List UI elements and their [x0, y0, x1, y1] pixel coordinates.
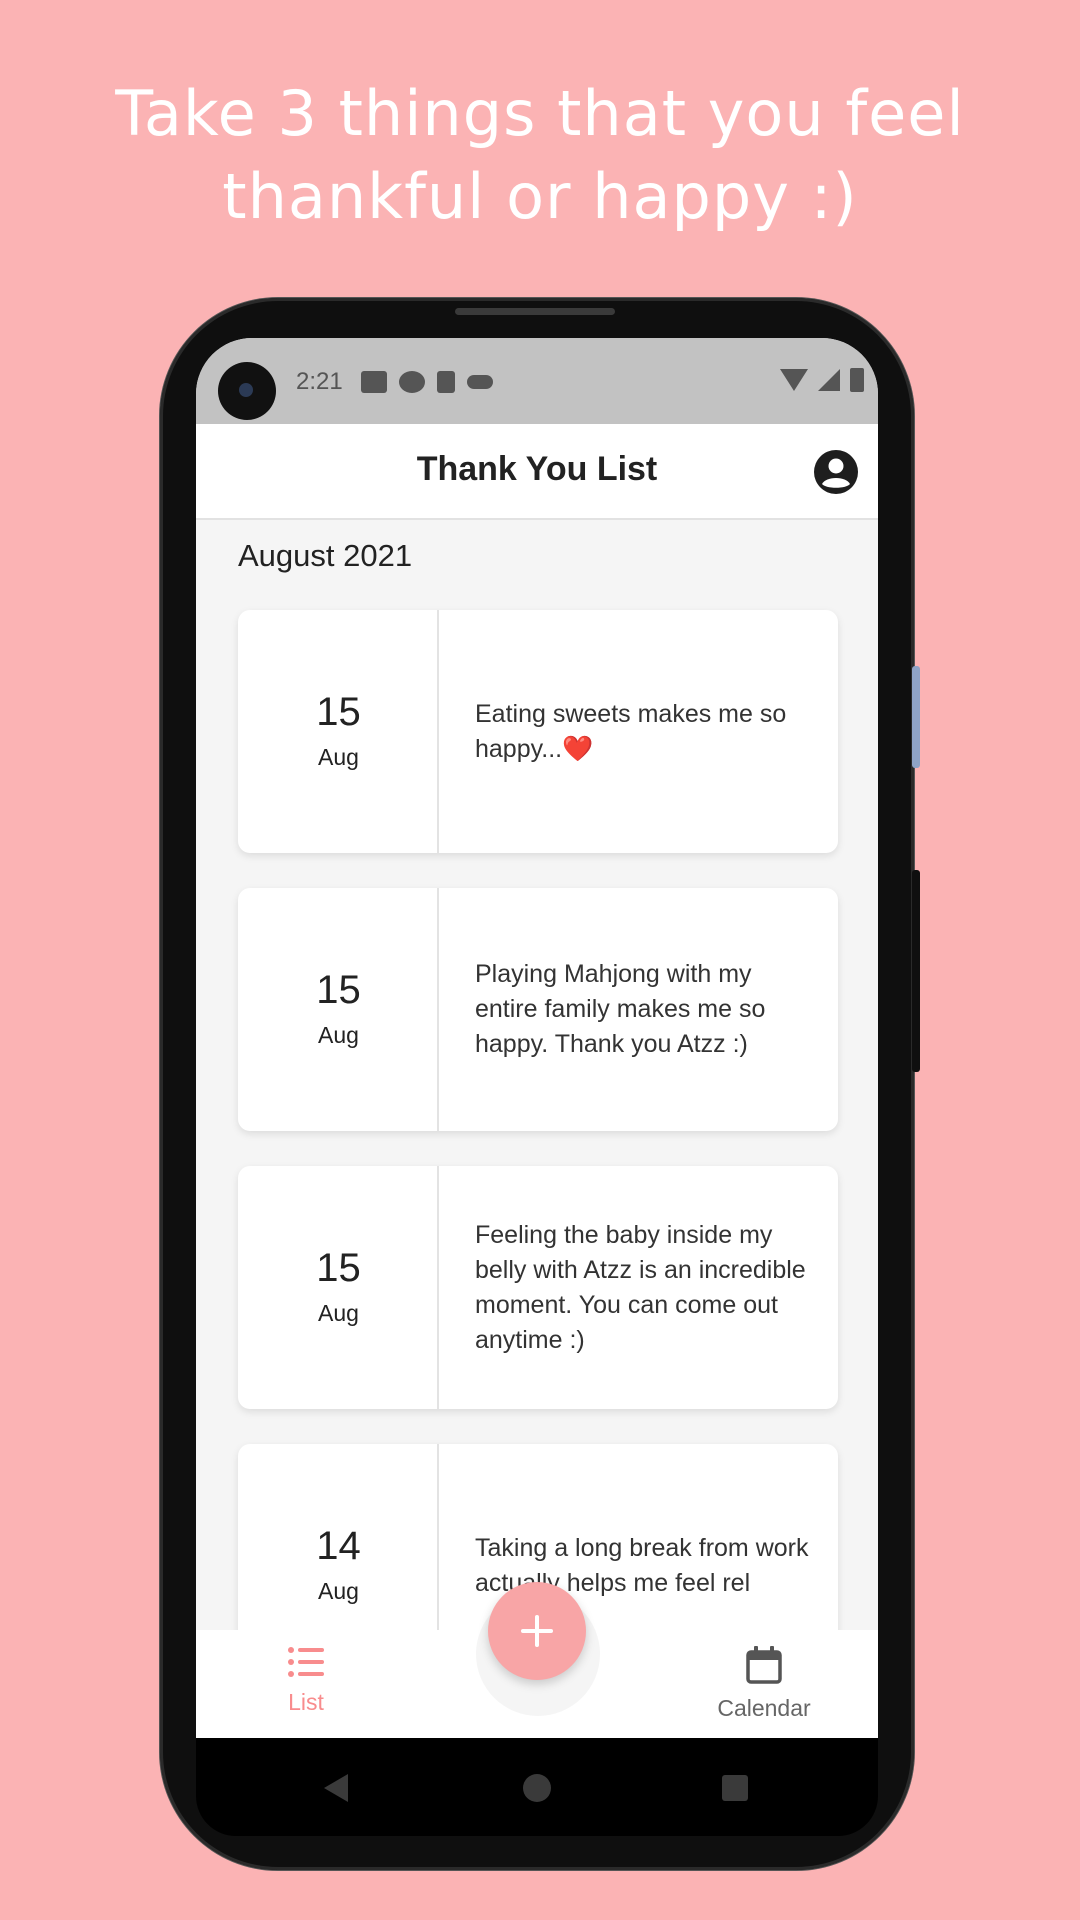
entry-date: 15 Aug [238, 888, 439, 1131]
month-header: August 2021 [238, 538, 413, 573]
entry-text: Eating sweets makes me so happy...❤️ [475, 699, 787, 763]
entry-month: Aug [318, 1300, 359, 1326]
recent-apps-icon[interactable] [722, 1775, 748, 1801]
entry-text: Feeling the baby inside my belly with At… [475, 1220, 806, 1354]
app-notification-icon [399, 371, 425, 393]
entry-day: 15 [316, 1246, 361, 1290]
profile-icon[interactable] [812, 448, 860, 496]
nav-tab-calendar[interactable]: Calendar [684, 1646, 844, 1722]
list-icon [288, 1647, 324, 1677]
app-screen: 2:21 Thank You List August 2021 15 Aug E… [196, 338, 878, 1738]
calendar-icon [746, 1646, 782, 1684]
nav-tab-list[interactable]: List [226, 1646, 386, 1716]
entry-day: 15 [316, 690, 361, 734]
signal-icon [818, 369, 840, 391]
entry-day: 14 [316, 1524, 361, 1568]
status-time: 2:21 [296, 368, 343, 395]
nav-calendar-label: Calendar [717, 1695, 811, 1721]
entry-month: Aug [318, 1022, 359, 1048]
page-title: Thank You List [416, 450, 658, 488]
promo-headline-line2: thankful or happy :) [222, 160, 858, 233]
entry-card[interactable]: 15 Aug Feeling the baby inside my belly … [238, 1166, 838, 1409]
gmail-icon [361, 371, 387, 393]
promo-headline-line1: Take 3 things that you feel [115, 77, 965, 150]
system-navigation-bar [196, 1738, 878, 1836]
sd-card-icon [437, 371, 455, 393]
entry-day: 15 [316, 968, 361, 1012]
entry-date: 15 Aug [238, 610, 439, 853]
entry-card[interactable]: 15 Aug Playing Mahjong with my entire fa… [238, 888, 838, 1131]
volume-button [912, 666, 920, 768]
nav-list-label: List [288, 1689, 324, 1715]
front-camera [218, 362, 276, 420]
notification-icons [361, 371, 493, 393]
entry-month: Aug [318, 1578, 359, 1604]
entry-date: 15 Aug [238, 1166, 439, 1409]
cloud-icon [467, 375, 493, 389]
add-entry-button[interactable] [488, 1582, 586, 1680]
app-bar: Thank You List [196, 424, 878, 520]
status-bar: 2:21 [196, 338, 878, 424]
home-icon[interactable] [523, 1774, 551, 1802]
wifi-icon [780, 369, 808, 391]
entry-card[interactable]: 15 Aug Eating sweets makes me so happy..… [238, 610, 838, 853]
promo-headline: Take 3 things that you feel thankful or … [0, 72, 1080, 238]
back-icon[interactable] [324, 1774, 348, 1802]
entry-text: Playing Mahjong with my entire family ma… [475, 960, 766, 1058]
phone-speaker [455, 308, 615, 315]
battery-icon [850, 368, 864, 392]
power-button [912, 870, 920, 1072]
entry-month: Aug [318, 744, 359, 770]
system-icons [780, 368, 864, 392]
